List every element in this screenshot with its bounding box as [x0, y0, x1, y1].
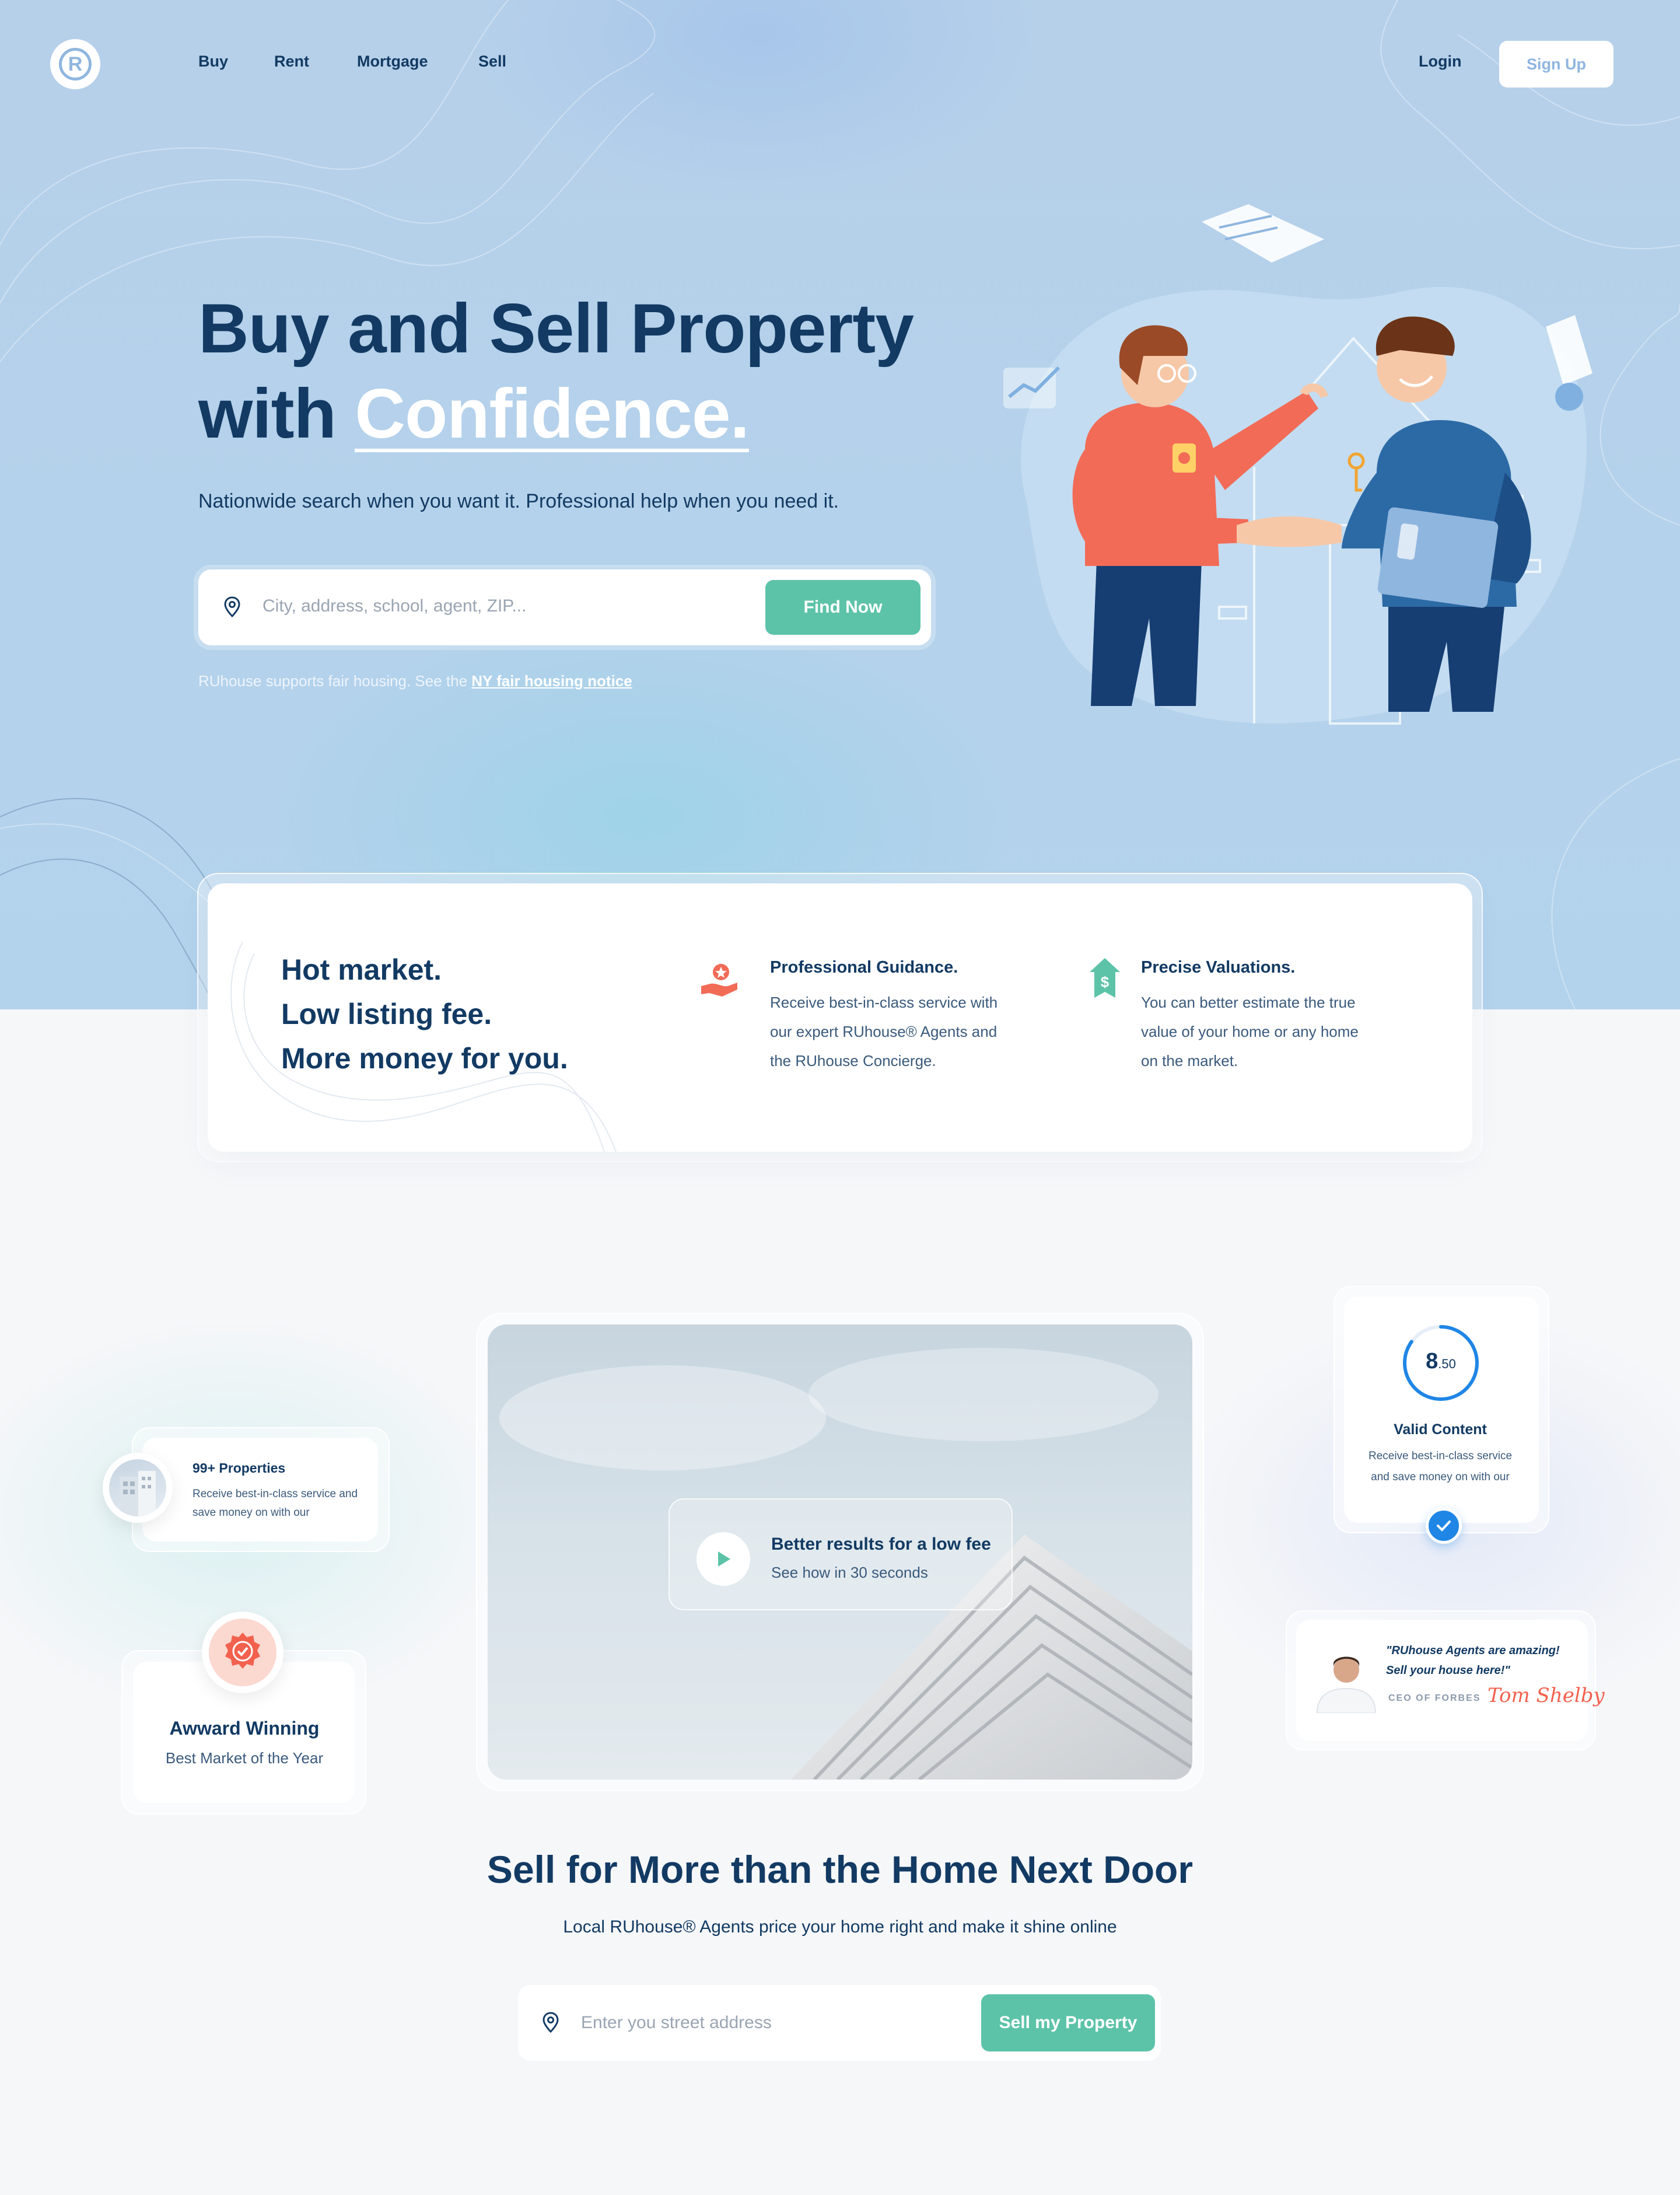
award-subtitle: Best Market of the Year	[165, 1749, 324, 1767]
video-play-card[interactable]: Better results for a low fee See how in …	[668, 1498, 1013, 1610]
award-title: Awward Winning	[169, 1718, 320, 1739]
sell-address-bar: Enter you street address Sell my Propert…	[518, 1985, 1161, 2061]
award-seal-icon	[225, 1633, 260, 1669]
nav-mortgage[interactable]: Mortgage	[357, 53, 428, 71]
properties-text: Receive best-in-class service and save m…	[192, 1488, 358, 1519]
find-now-button[interactable]: Find Now	[765, 580, 921, 635]
fair-housing-text: RUhouse supports fair housing. See the	[198, 672, 472, 690]
hero-search-bar: City, address, school, agent, ZIP... Fin…	[198, 569, 931, 645]
street-address-input[interactable]: Enter you street address	[581, 2013, 772, 2033]
hero-title-line2: with Confidence.	[198, 371, 914, 456]
play-button[interactable]	[696, 1532, 750, 1586]
hero-title-line1: Buy and Sell Property	[198, 289, 914, 368]
valid-content-title: Valid Content	[1394, 1421, 1487, 1438]
testimonial-signature: Tom Shelby	[1488, 1684, 1605, 1707]
feature-headline-line3: More money for you.	[281, 1042, 568, 1075]
quote-line2: Sell your house here!"	[1386, 1664, 1510, 1677]
signup-button[interactable]: Sign Up	[1499, 41, 1614, 88]
fair-housing-note: RUhouse supports fair housing. See the N…	[198, 672, 632, 690]
feature-headline-line1: Hot market.	[281, 953, 442, 986]
video-title: Better results for a low fee	[771, 1535, 991, 1554]
feature-card: Hot market. Low listing fee. More money …	[208, 883, 1472, 1152]
login-link[interactable]: Login	[1419, 53, 1461, 71]
nav-buy[interactable]: Buy	[198, 53, 228, 71]
property-thumbnail	[103, 1453, 173, 1523]
properties-title: 99+ Properties	[192, 1460, 286, 1476]
sell-subtitle: Local RUhouse® Agents price your home ri…	[563, 1917, 1117, 1937]
sell-property-button[interactable]: Sell my Property	[981, 1994, 1155, 2051]
location-pin-icon	[224, 596, 240, 620]
video-thumbnail[interactable]: Better results for a low fee See how in …	[488, 1324, 1192, 1780]
hero-search-input[interactable]: City, address, school, agent, ZIP...	[262, 596, 526, 616]
feature-text: Receive best-in-class service with our e…	[770, 994, 998, 1069]
hero-title-accent: Confidence.	[355, 375, 750, 453]
hero-title: Buy and Sell Property with Confidence.	[198, 286, 914, 456]
logo[interactable]: R	[50, 39, 100, 89]
score-main: 8	[1426, 1349, 1438, 1373]
nav-rent[interactable]: Rent	[274, 53, 309, 71]
svg-text:$: $	[1101, 973, 1110, 991]
feature-title: Precise Valuations.	[1141, 958, 1296, 977]
feature-text: You can better estimate the true value o…	[1141, 994, 1359, 1069]
sell-title: Sell for More than the Home Next Door	[487, 1848, 1194, 1891]
feature-professional-guidance: Professional Guidance. Receive best-in-c…	[770, 958, 1021, 1075]
nav-sell[interactable]: Sell	[478, 53, 506, 71]
handshake-illustration	[1003, 204, 1592, 725]
feature-title: Professional Guidance.	[770, 958, 958, 977]
score-value: 8.50	[1401, 1349, 1480, 1374]
hero-subtitle: Nationwide search when you want it. Prof…	[198, 490, 839, 512]
feature-headline: Hot market. Low listing fee. More money …	[281, 948, 568, 1081]
quote-line1: "RUhouse Agents are amazing!	[1386, 1644, 1560, 1657]
hand-star-icon	[699, 959, 740, 1003]
check-icon	[1426, 1508, 1462, 1544]
valid-content-text: Receive best-in-class service and save m…	[1368, 1450, 1513, 1483]
play-icon	[718, 1551, 730, 1567]
fair-housing-link[interactable]: NY fair housing notice	[471, 672, 632, 690]
testimonial-role: CEO OF FORBES	[1388, 1693, 1481, 1703]
logo-icon: R	[59, 48, 92, 81]
testimonial-quote: "RUhouse Agents are amazing! Sell your h…	[1386, 1641, 1560, 1680]
feature-headline-line2: Low listing fee.	[281, 998, 492, 1030]
award-badge	[202, 1612, 284, 1693]
location-pin-icon	[542, 2012, 559, 2036]
building-thumbnail-icon	[109, 1459, 166, 1516]
feature-precise-valuations: Precise Valuations. You can better estim…	[1141, 958, 1374, 1075]
paper-icon	[1202, 204, 1324, 263]
video-subtitle: See how in 30 seconds	[771, 1564, 928, 1581]
score-decimal: .50	[1438, 1357, 1456, 1371]
hero-title-prefix: with	[198, 375, 355, 453]
price-tag-icon: $	[1087, 957, 1122, 1004]
ceo-avatar	[1311, 1637, 1381, 1713]
